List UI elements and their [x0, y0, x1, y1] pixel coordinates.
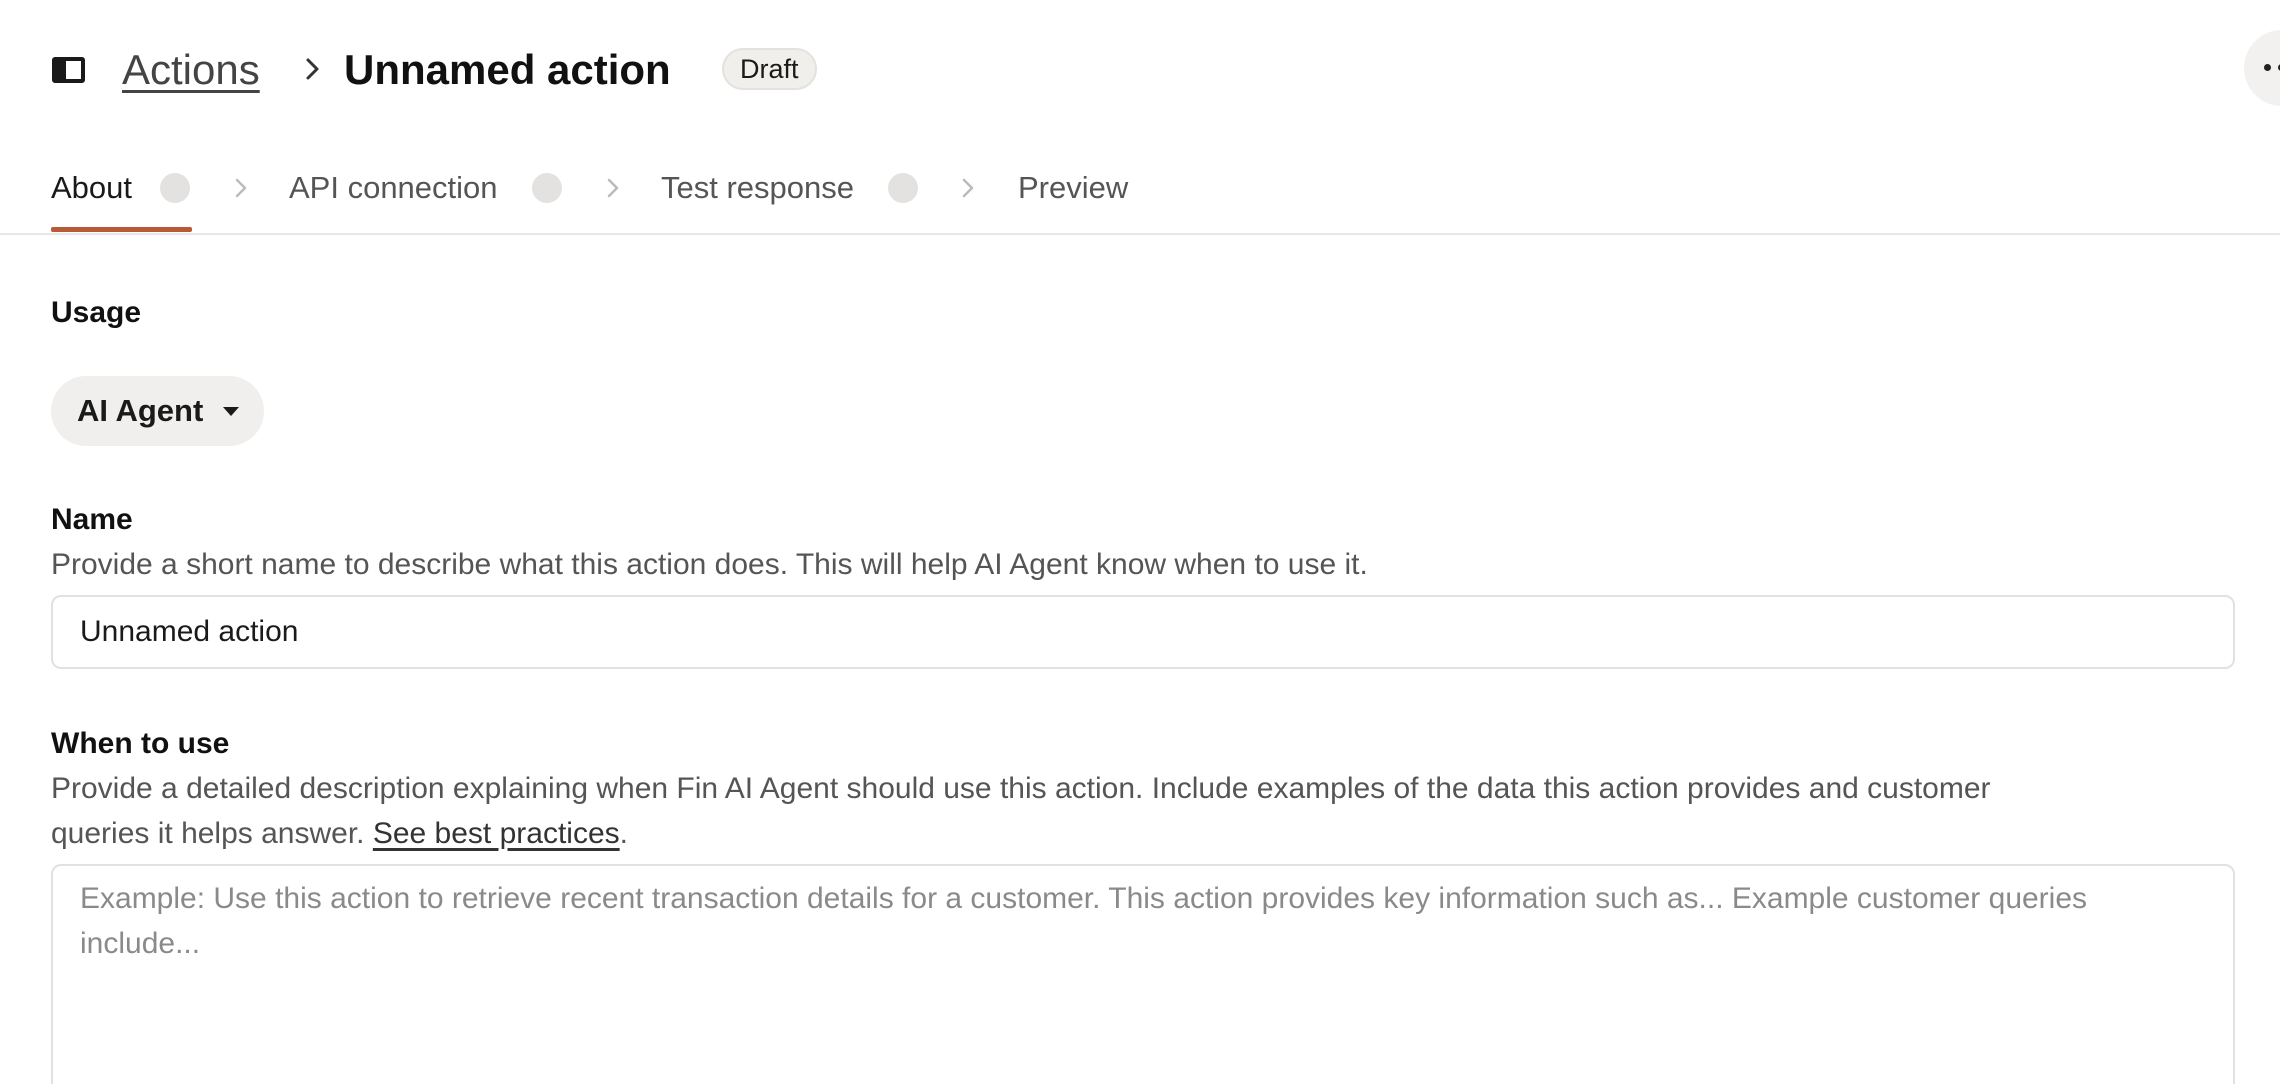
tab-api-connection[interactable]: API connection: [289, 168, 498, 208]
step-tabs: About API connection Test response Previ…: [0, 140, 2280, 235]
sidebar-toggle-icon[interactable]: [52, 57, 85, 83]
name-help-text: Provide a short name to describe what th…: [51, 548, 1368, 581]
step-status-dot: [532, 173, 562, 203]
chevron-right-icon: [235, 178, 247, 198]
usage-label: Usage: [51, 296, 142, 329]
breadcrumb-actions-link[interactable]: Actions: [122, 44, 260, 96]
step-status-dot: [160, 173, 190, 203]
when-to-use-help-line2: queries it helps answer. See best practi…: [51, 817, 628, 850]
page-header: Actions Unnamed action Draft: [0, 0, 2280, 140]
name-input[interactable]: [51, 595, 2235, 669]
when-to-use-label: When to use: [51, 727, 230, 760]
when-to-use-help-line1: Provide a detailed description explainin…: [51, 772, 1991, 805]
when-to-use-textarea[interactable]: [51, 864, 2235, 1084]
status-badge: Draft: [722, 48, 817, 90]
usage-selected-value: AI Agent: [77, 393, 204, 428]
action-editor-page: Actions Unnamed action Draft About API c…: [0, 0, 2280, 1084]
tab-preview[interactable]: Preview: [1018, 168, 1128, 208]
more-horizontal-icon: [2264, 64, 2271, 71]
tab-test-response[interactable]: Test response: [661, 168, 854, 208]
page-title: Unnamed action: [344, 46, 671, 93]
active-tab-indicator: [51, 227, 192, 232]
best-practices-link[interactable]: See best practices: [373, 817, 620, 850]
more-options-button[interactable]: [2244, 30, 2280, 106]
chevron-right-icon: [607, 178, 619, 198]
caret-down-icon: [223, 407, 239, 416]
chevron-right-icon: [306, 58, 319, 80]
usage-dropdown[interactable]: AI Agent: [51, 376, 264, 446]
tab-about[interactable]: About: [51, 168, 132, 208]
chevron-right-icon: [962, 178, 974, 198]
name-label: Name: [51, 503, 133, 536]
step-status-dot: [888, 173, 918, 203]
